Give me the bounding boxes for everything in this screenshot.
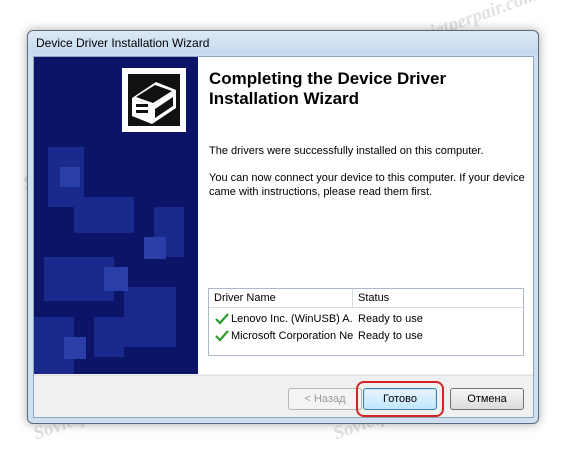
instructions-message: You can now connect your device to this … [209,172,525,198]
button-bar: < Назад Готово Отмена [34,375,533,417]
checkmark-icon [215,313,229,325]
driver-list[interactable]: Driver Name Status Lenovo Inc. (WinUSB) … [208,288,524,356]
driver-name: Lenovo Inc. (WinUSB) A... [231,313,353,325]
checkmark-icon [215,330,229,342]
back-button[interactable]: < Назад [288,388,362,410]
driver-name: Microsoft Corporation Ne... [231,330,353,342]
finish-button[interactable]: Готово [363,388,437,410]
success-message: The drivers were successfully installed … [209,145,484,157]
driver-status: Ready to use [358,313,423,325]
column-header-driver-name[interactable]: Driver Name [214,292,276,304]
wizard-sidebar-graphic [34,57,198,374]
list-item[interactable]: Microsoft Corporation Ne... Ready to use [209,328,523,345]
driver-list-header: Driver Name Status [209,289,523,308]
column-header-status[interactable]: Status [358,292,389,304]
cancel-button[interactable]: Отмена [450,388,524,410]
window-title: Device Driver Installation Wizard [36,36,210,50]
driver-status: Ready to use [358,330,423,342]
wizard-content: Completing the Device Driver Installatio… [198,57,533,374]
wizard-window: Device Driver Installation Wizard Comple… [27,30,539,424]
device-drawer-icon-graphic [124,70,184,130]
page-title: Completing the Device Driver Installatio… [209,69,447,108]
device-drawer-icon [122,68,186,132]
wizard-body: Completing the Device Driver Installatio… [33,56,534,418]
list-item[interactable]: Lenovo Inc. (WinUSB) A... Ready to use [209,311,523,328]
column-divider[interactable] [352,289,353,307]
title-bar[interactable]: Device Driver Installation Wizard [28,31,538,55]
